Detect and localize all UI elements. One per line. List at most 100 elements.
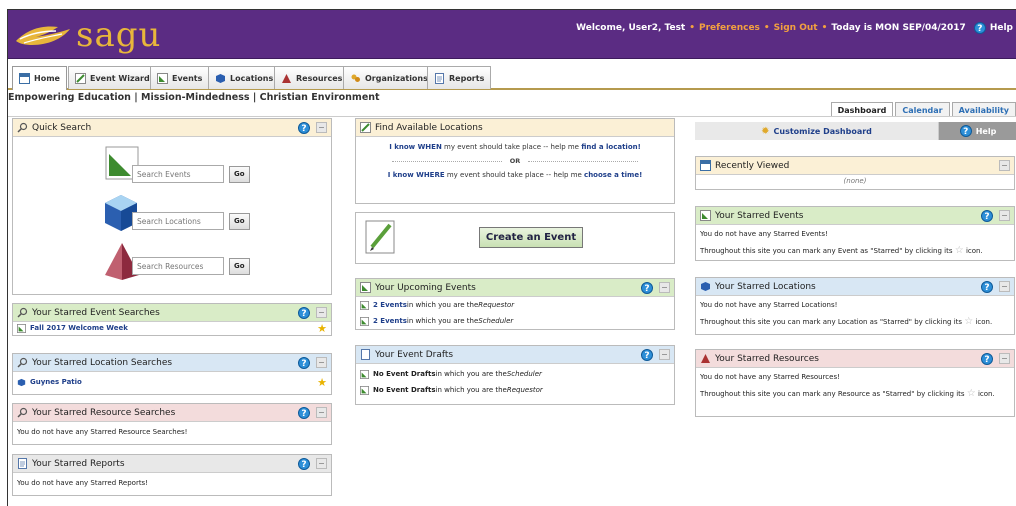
help-icon[interactable]: ? <box>981 209 993 222</box>
search-locations-input[interactable]: Search Locations <box>132 212 224 230</box>
starred-location-searches-panel: Your Starred Location Searches ? Guynes … <box>12 353 332 395</box>
find-a-location: find a location! <box>581 143 641 151</box>
search-icon <box>17 122 28 133</box>
events-icon <box>360 369 369 379</box>
tab-dashboard[interactable]: Dashboard <box>830 102 894 117</box>
panel-message: You do not have any Starred Resources! T… <box>696 368 1014 404</box>
search-events-input[interactable]: Search Events <box>132 165 224 183</box>
minimize-button[interactable] <box>999 160 1010 171</box>
minimize-button[interactable] <box>316 458 327 469</box>
panel-title: Your Starred Location Searches <box>32 357 173 368</box>
tab-label: Events <box>172 73 203 83</box>
events-icon <box>360 385 369 395</box>
help-icon[interactable]: ? <box>298 306 310 319</box>
dashboard-help-button[interactable]: ? Help <box>939 122 1016 140</box>
help-icon[interactable]: ? <box>641 281 653 294</box>
empty-message: You do not have any Starred Reports! <box>17 479 149 487</box>
minimize-button[interactable] <box>316 122 327 133</box>
panel-title: Your Starred Event Searches <box>32 307 160 318</box>
minimize-button[interactable] <box>999 281 1010 292</box>
tab-organizations[interactable]: Organizations <box>343 66 435 89</box>
create-event-panel: Create an Event <box>355 212 675 264</box>
tab-reports[interactable]: Reports <box>427 66 492 89</box>
dashboard-toolbar: ✹ Customize Dashboard ? Help <box>695 122 1016 140</box>
panel-title: Your Upcoming Events <box>375 282 476 293</box>
tab-events[interactable]: Events <box>150 66 210 89</box>
customize-dashboard-button[interactable]: ✹ Customize Dashboard <box>695 122 939 140</box>
starred-search-link[interactable]: Fall 2017 Welcome Week <box>30 324 128 332</box>
panel-header: Your Starred Location Searches ? <box>13 354 331 372</box>
panel-title: Your Event Drafts <box>375 349 454 360</box>
search-resources-go-button[interactable]: Go <box>229 257 250 275</box>
help-icon[interactable]: ? <box>641 348 653 361</box>
help-icon[interactable]: ? <box>981 352 993 365</box>
help-icon[interactable]: ? <box>298 406 310 419</box>
tab-resources[interactable]: Resources <box>274 66 350 89</box>
search-locations-go-button[interactable]: Go <box>229 212 250 230</box>
starred-locations-panel: Your Starred Locations ? You do not have… <box>695 277 1015 335</box>
events-icon <box>17 323 26 333</box>
list-item[interactable]: No Event Drafts in which you are the Req… <box>356 384 674 396</box>
preferences-link[interactable]: Preferences <box>699 23 760 33</box>
tab-label: Reports <box>449 73 485 83</box>
star-outline-icon: ☆ <box>954 245 964 256</box>
help-icon[interactable]: ? <box>298 356 310 369</box>
panel-header: Your Starred Events ? <box>696 207 1014 225</box>
panel-header: Quick Search ? <box>13 119 331 137</box>
help-icon[interactable]: ? <box>981 280 993 293</box>
star-icon[interactable]: ★ <box>317 376 327 389</box>
panel-header: Your Starred Event Searches ? <box>13 304 331 322</box>
list-item[interactable]: 2 Events in which you are the Requestor <box>356 299 674 311</box>
list-item[interactable]: No Event Drafts in which you are the Sch… <box>356 368 674 380</box>
help-icon[interactable]: ? <box>298 457 310 470</box>
minimize-button[interactable] <box>316 357 327 368</box>
create-event-button[interactable]: Create an Event <box>479 227 583 248</box>
draft-count[interactable]: No Event Drafts <box>373 370 436 378</box>
tab-locations[interactable]: Locations <box>208 66 281 89</box>
events-icon <box>360 316 369 326</box>
search-resources-input[interactable]: Search Resources <box>132 257 224 275</box>
help-icon[interactable]: ? <box>298 121 310 134</box>
header-help-button[interactable]: ? Help <box>973 22 1013 34</box>
row-text: in which you are the <box>435 386 507 394</box>
events-icon <box>700 210 711 221</box>
tab-home[interactable]: Home <box>12 66 67 90</box>
find-location-link[interactable]: I know WHEN my event should take place -… <box>356 143 674 151</box>
minimize-button[interactable] <box>999 210 1010 221</box>
tab-label: Event Wizard <box>90 73 150 83</box>
event-count-link[interactable]: 2 Events <box>373 301 407 309</box>
minimize-button[interactable] <box>999 353 1010 364</box>
panel-header: Your Starred Reports ? <box>13 455 331 473</box>
list-item[interactable]: 2 Events in which you are the Scheduler <box>356 315 674 327</box>
tab-event-wizard[interactable]: Event Wizard <box>68 66 157 89</box>
search-locations-row: Search Locations Go <box>132 212 250 230</box>
star-icon[interactable]: ★ <box>317 322 327 335</box>
list-item[interactable]: Guynes Patio ★ <box>13 372 331 392</box>
locations-icon <box>216 73 225 83</box>
draft-count[interactable]: No Event Drafts <box>373 386 436 394</box>
hint-suffix: icon. <box>965 247 983 255</box>
tab-calendar[interactable]: Calendar <box>895 102 950 117</box>
minimize-button[interactable] <box>659 282 670 293</box>
row-text: in which you are the <box>406 301 479 309</box>
sign-out-link[interactable]: Sign Out <box>774 23 818 33</box>
events-icon <box>157 72 168 84</box>
mission-statement: Empowering Education | Mission-Mindednes… <box>8 92 380 103</box>
minimize-button[interactable] <box>316 407 327 418</box>
list-item[interactable]: Fall 2017 Welcome Week ★ <box>13 322 331 335</box>
sagu-logo[interactable]: sagu <box>14 15 161 55</box>
choose-time-link[interactable]: I know WHERE my event should take place … <box>356 171 674 179</box>
tab-availability[interactable]: Availability <box>951 102 1016 117</box>
event-count-link[interactable]: 2 Events <box>373 317 407 325</box>
divider <box>8 116 1016 117</box>
separator-dot: • <box>763 23 770 33</box>
starred-search-link[interactable]: Guynes Patio <box>30 378 82 386</box>
tab-label: Resources <box>296 73 343 83</box>
search-events-go-button[interactable]: Go <box>229 165 250 183</box>
panel-header: Your Event Drafts ? <box>356 346 674 364</box>
resources-icon <box>701 354 710 363</box>
minimize-button[interactable] <box>659 349 670 360</box>
minimize-button[interactable] <box>316 307 327 318</box>
row-text: in which you are the <box>406 317 479 325</box>
panel-header: Your Starred Resource Searches ? <box>13 404 331 422</box>
